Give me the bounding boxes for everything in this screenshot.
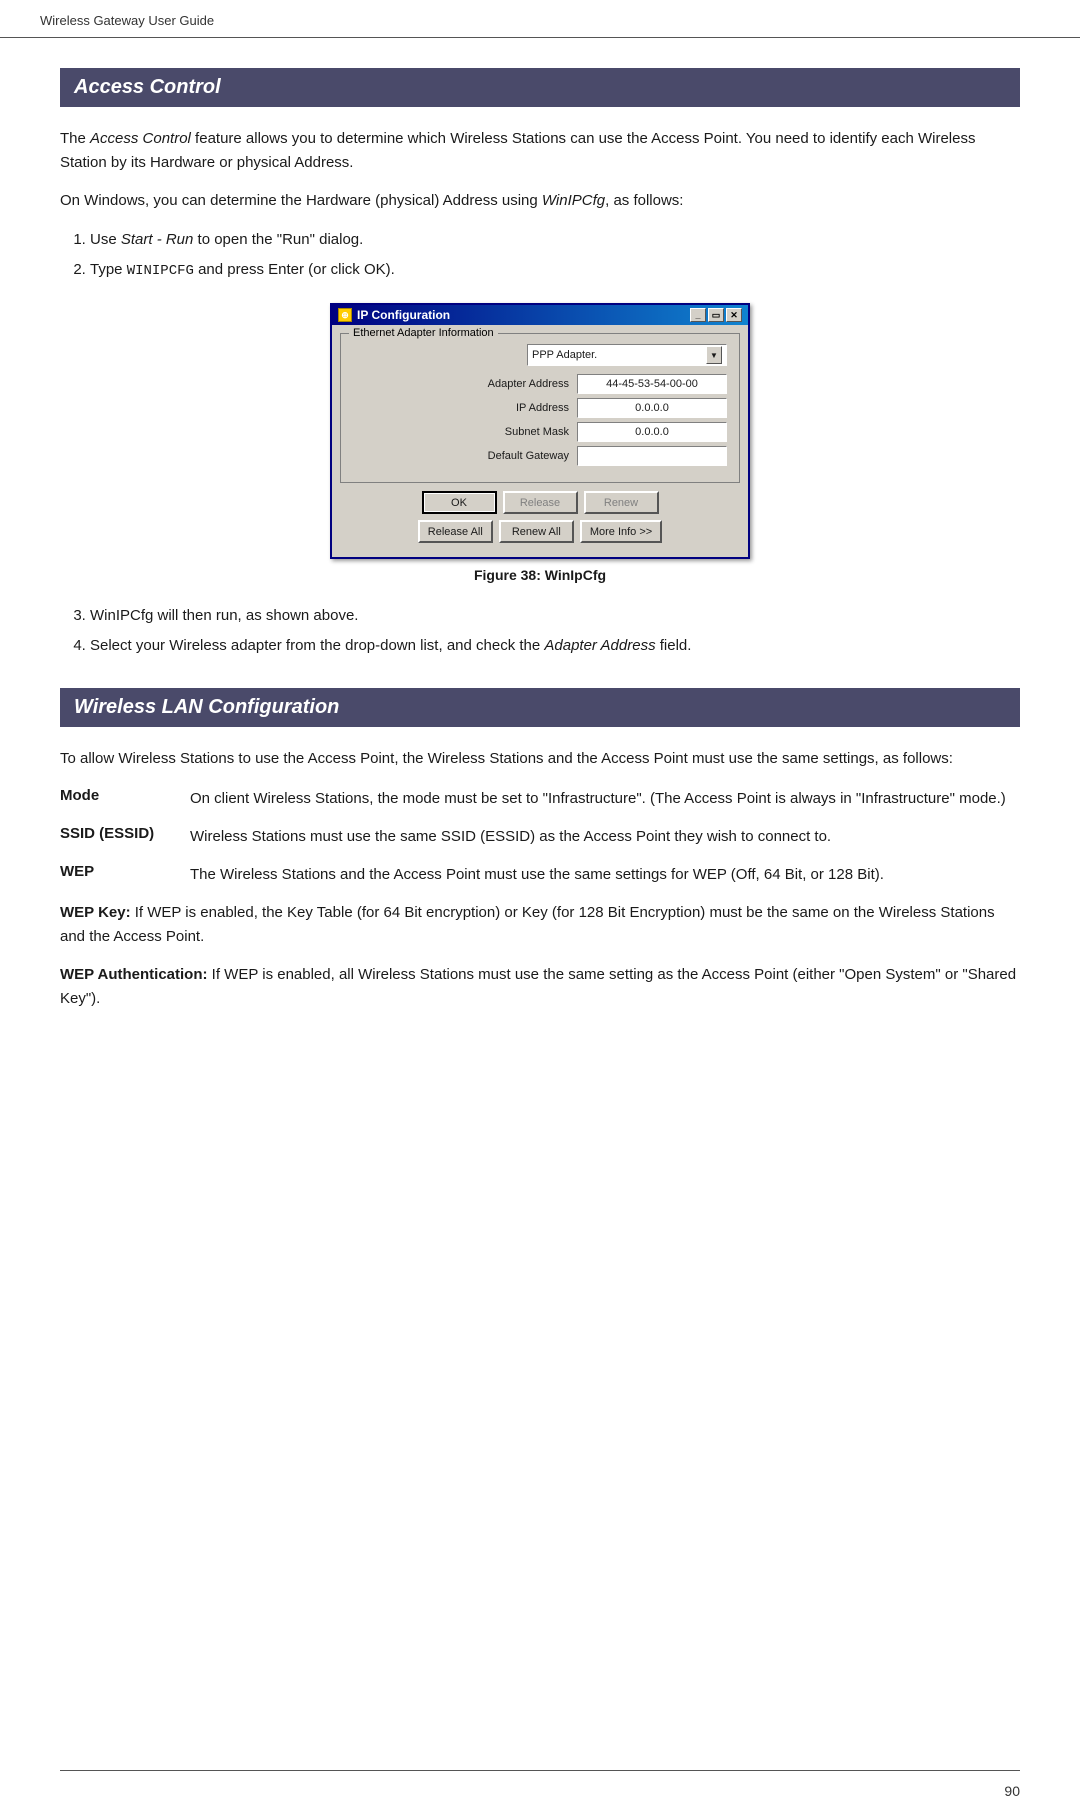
access-control-section: Access Control The Access Control featur… [60, 68, 1020, 658]
renew-all-button[interactable]: Renew All [499, 520, 574, 543]
access-control-paragraph2: On Windows, you can determine the Hardwa… [60, 189, 1020, 213]
wireless-lan-intro: To allow Wireless Stations to use the Ac… [60, 747, 1020, 771]
ethernet-group: Ethernet Adapter Information PPP Adapter… [340, 333, 740, 483]
subnet-mask-row: Subnet Mask 0.0.0.0 [353, 422, 727, 442]
ip-address-label: IP Address [459, 402, 569, 414]
access-control-italic: Access Control [90, 130, 191, 147]
start-run-italic: Start - Run [121, 231, 194, 248]
buttons-row-1: OK Release Renew [340, 491, 740, 514]
term-table: Mode On client Wireless Stations, the mo… [60, 787, 1020, 887]
figure-caption: Figure 38: WinIpCfg [474, 567, 606, 583]
default-gateway-label: Default Gateway [459, 450, 569, 462]
renew-button[interactable]: Renew [584, 491, 659, 514]
adapter-dropdown[interactable]: PPP Adapter. ▼ [527, 344, 727, 366]
ip-address-value: 0.0.0.0 [577, 398, 727, 418]
page-number: 90 [1004, 1783, 1020, 1799]
more-info-button[interactable]: More Info >> [580, 520, 662, 543]
subnet-mask-label: Subnet Mask [459, 426, 569, 438]
wep-auth-paragraph: WEP Authentication: If WEP is enabled, a… [60, 963, 1020, 1011]
winipcfg-italic: WinIPCfg [542, 192, 605, 209]
winipcfg-mono: WINIPCFG [127, 263, 194, 279]
step-3: WinIPCfg will then run, as shown above. [90, 603, 1020, 629]
access-control-paragraph1: The Access Control feature allows you to… [60, 127, 1020, 175]
close-button[interactable]: ✕ [726, 308, 742, 322]
steps-list: Use Start - Run to open the "Run" dialog… [90, 227, 1020, 283]
dropdown-row: PPP Adapter. ▼ [353, 344, 727, 366]
wireless-lan-heading: Wireless LAN Configuration [60, 688, 1020, 727]
page-footer: 90 [1004, 1783, 1020, 1799]
restore-button[interactable]: ▭ [708, 308, 724, 322]
adapter-address-label: Adapter Address [459, 378, 569, 390]
ssid-desc: Wireless Stations must use the same SSID… [190, 825, 1020, 849]
ip-address-row: IP Address 0.0.0.0 [353, 398, 727, 418]
win-titlebar: ⊕ IP Configuration _ ▭ ✕ [332, 305, 748, 325]
group-label: Ethernet Adapter Information [349, 327, 498, 339]
mode-desc: On client Wireless Stations, the mode mu… [190, 787, 1020, 811]
step-2: Type WINIPCFG and press Enter (or click … [90, 257, 1020, 284]
titlebar-buttons: _ ▭ ✕ [690, 308, 742, 322]
titlebar-icon: ⊕ [338, 308, 352, 322]
dialog-title: IP Configuration [357, 308, 450, 322]
subnet-mask-value: 0.0.0.0 [577, 422, 727, 442]
wep-label: WEP [60, 863, 190, 880]
figure-container: ⊕ IP Configuration _ ▭ ✕ Ethernet Adapte… [60, 303, 1020, 583]
buttons-row-2: Release All Renew All More Info >> [340, 520, 740, 543]
adapter-address-italic: Adapter Address [544, 637, 655, 654]
mode-row: Mode On client Wireless Stations, the mo… [60, 787, 1020, 811]
win-dialog: ⊕ IP Configuration _ ▭ ✕ Ethernet Adapte… [330, 303, 750, 559]
wep-key-paragraph: WEP Key: If WEP is enabled, the Key Tabl… [60, 901, 1020, 949]
header-text: Wireless Gateway User Guide [40, 13, 214, 28]
default-gateway-value [577, 446, 727, 466]
step-4: Select your Wireless adapter from the dr… [90, 633, 1020, 659]
default-gateway-row: Default Gateway [353, 446, 727, 466]
minimize-button[interactable]: _ [690, 308, 706, 322]
wep-desc: The Wireless Stations and the Access Poi… [190, 863, 1020, 887]
mode-label: Mode [60, 787, 190, 804]
page-header: Wireless Gateway User Guide [0, 0, 1080, 38]
release-all-button[interactable]: Release All [418, 520, 493, 543]
titlebar-left: ⊕ IP Configuration [338, 308, 450, 322]
wep-auth-bold: WEP Authentication: [60, 966, 208, 983]
access-control-heading: Access Control [60, 68, 1020, 107]
wireless-lan-section: Wireless LAN Configuration To allow Wire… [60, 688, 1020, 1011]
step-1: Use Start - Run to open the "Run" dialog… [90, 227, 1020, 253]
ok-button[interactable]: OK [422, 491, 497, 514]
wep-row: WEP The Wireless Stations and the Access… [60, 863, 1020, 887]
ssid-label: SSID (ESSID) [60, 825, 190, 842]
dropdown-arrow[interactable]: ▼ [706, 346, 722, 364]
page-content: Access Control The Access Control featur… [0, 38, 1080, 1085]
steps-list-2: WinIPCfg will then run, as shown above. … [90, 603, 1020, 658]
wep-key-bold: WEP Key: [60, 904, 131, 921]
ssid-row: SSID (ESSID) Wireless Stations must use … [60, 825, 1020, 849]
footer-line [60, 1770, 1020, 1771]
release-button[interactable]: Release [503, 491, 578, 514]
win-body: Ethernet Adapter Information PPP Adapter… [332, 325, 748, 557]
adapter-address-value: 44-45-53-54-00-00 [577, 374, 727, 394]
adapter-address-row: Adapter Address 44-45-53-54-00-00 [353, 374, 727, 394]
dropdown-value: PPP Adapter. [532, 349, 597, 361]
